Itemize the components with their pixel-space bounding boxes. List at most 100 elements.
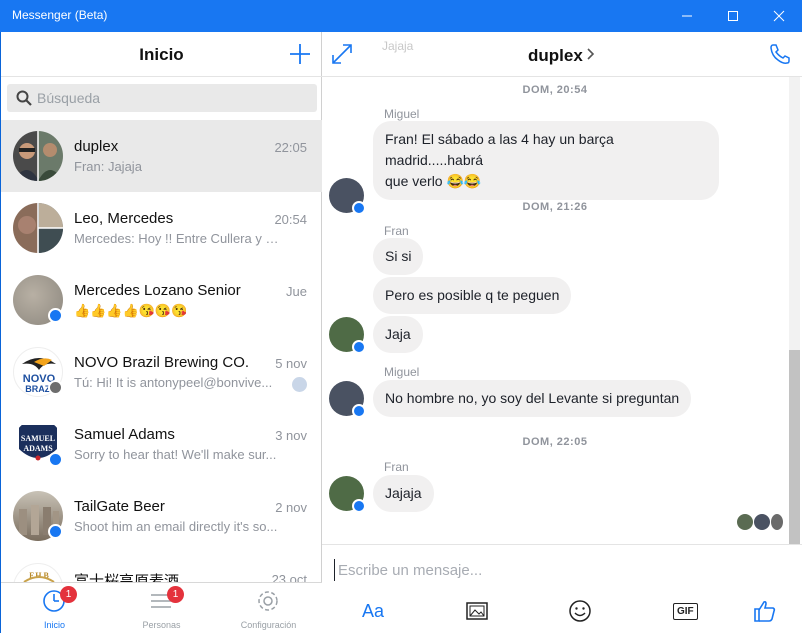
message-text: No hombre no, yo soy del Levante si preg… (385, 390, 680, 406)
notification-count: 1 (60, 586, 77, 603)
chat-panel: Jajaja duplex DOM, 20:54 Miguel Fran! El… (322, 32, 802, 633)
gear-icon (258, 591, 278, 611)
read-receipt-avatar (737, 514, 753, 530)
title-bar: Messenger (Beta) (0, 0, 802, 32)
message-text: Jajaja (385, 485, 422, 501)
chat-title[interactable]: duplex (528, 46, 583, 66)
message-composer: Aa GIF (322, 544, 802, 633)
messenger-badge-icon (352, 340, 366, 354)
timestamp: DOM, 21:26 (522, 201, 588, 213)
group-avatar (13, 203, 63, 253)
text-format-label: Aa (362, 600, 385, 621)
avatar (329, 476, 366, 513)
conversation-sidebar: Inicio duplex 22:05 Fran: Jajaja Leo, Me… (0, 32, 322, 633)
expand-icon (332, 44, 352, 64)
close-button[interactable] (756, 0, 802, 32)
conversation-item-fujizakura[interactable]: F.H.B 富士桜高原麦酒 23 oct (1, 552, 322, 582)
expand-button[interactable] (330, 42, 354, 71)
chat-header: Jajaja duplex (322, 32, 802, 77)
conversation-time: 20:54 (274, 212, 307, 227)
conversation-name: Leo, Mercedes (74, 210, 174, 227)
message-text: Si si (385, 248, 412, 264)
plus-icon (290, 44, 310, 64)
conversation-item-mercedes-lozano[interactable]: Mercedes Lozano Senior Jue 👍👍👍👍😘😘😘 (1, 264, 322, 336)
message-bubble: Fran! El sábado a las 4 hay un barça mad… (373, 121, 719, 200)
conversation-time: 5 nov (275, 356, 307, 371)
chevron-right-icon[interactable] (587, 48, 595, 60)
message-sender: Fran (384, 224, 409, 238)
conversation-preview: Shoot him an email directly it's so... (74, 519, 278, 534)
message-bubble: Jaja (373, 316, 423, 353)
gif-button[interactable]: GIF (673, 598, 698, 624)
phone-icon (770, 44, 790, 64)
message-text: que verlo 😂😂 (385, 173, 482, 189)
conversation-item-samuel-adams[interactable]: SAMUEL ADAMS Samuel Adams 3 nov Sorry to … (1, 408, 322, 480)
emoji-button[interactable] (568, 598, 592, 624)
conversation-time: 2 nov (275, 500, 307, 515)
timestamp: DOM, 22:05 (522, 436, 588, 448)
bottom-navigation: 1 Inicio 1 Personas Configuración (1, 582, 322, 633)
svg-text:SAMUEL: SAMUEL (21, 434, 55, 443)
minimize-button[interactable] (664, 0, 710, 32)
conversation-name: TailGate Beer (74, 498, 165, 515)
message-thread: DOM, 20:54 Miguel Fran! El sábado a las … (322, 77, 788, 544)
nav-configuracion[interactable]: Configuración (215, 583, 322, 633)
image-icon (466, 602, 488, 620)
message-bubble: Si si (373, 238, 424, 275)
minimize-icon (682, 15, 692, 17)
thumbs-up-icon (754, 600, 776, 622)
nav-label: Inicio (43, 620, 65, 630)
maximize-button[interactable] (710, 0, 756, 32)
read-receipt-avatar (754, 514, 770, 530)
messenger-badge-icon (352, 404, 366, 418)
conversation-preview: Mercedes: Hoy !! Entre Cullera y S... (74, 231, 279, 246)
svg-text:ADAMS: ADAMS (23, 444, 53, 453)
scrollbar-thumb[interactable] (789, 350, 800, 544)
conversation-item-novo-brazil[interactable]: NOVO BRAZI NOVO Brazil Brewing CO. 5 nov … (1, 336, 322, 408)
message-sender: Fran (384, 460, 409, 474)
messenger-badge-icon (48, 308, 63, 323)
conversation-preview: 👍👍👍👍😘😘😘 (74, 303, 188, 318)
conversation-name: NOVO Brazil Brewing CO. (74, 354, 250, 371)
conversation-item-tailgate-beer[interactable]: TailGate Beer 2 nov Shoot him an email d… (1, 480, 322, 552)
previous-message-peek: Jajaja (382, 39, 414, 53)
new-message-button[interactable] (288, 42, 312, 66)
search-input[interactable] (37, 88, 307, 108)
conversation-preview: Tú: Hi! It is antonypeel@bonvive... (74, 375, 273, 390)
window-title: Messenger (Beta) (12, 8, 108, 22)
group-avatar (13, 131, 63, 181)
sidebar-header: Inicio (1, 32, 322, 77)
conversation-time: 23 oct (271, 572, 307, 582)
gif-icon: GIF (673, 602, 698, 620)
nav-label: Configuración (240, 620, 297, 630)
seen-indicator-icon (292, 377, 307, 392)
message-bubble: Jajaja (373, 475, 434, 512)
read-receipt-avatar (771, 514, 783, 530)
message-text: Jaja (385, 326, 411, 342)
call-button[interactable] (768, 42, 792, 71)
search-icon (16, 90, 32, 106)
scrollbar[interactable] (789, 77, 800, 544)
search-box[interactable] (7, 84, 317, 112)
maximize-icon (728, 11, 738, 21)
message-input[interactable] (334, 559, 784, 581)
nav-personas[interactable]: 1 Personas (108, 583, 215, 633)
conversation-item-duplex[interactable]: duplex 22:05 Fran: Jajaja (1, 120, 322, 192)
conversation-item-leo-mercedes[interactable]: Leo, Mercedes 20:54 Mercedes: Hoy !! Ent… (1, 192, 322, 264)
conversation-name: Mercedes Lozano Senior (74, 282, 241, 299)
conversation-time: 3 nov (275, 428, 307, 443)
message-bubble: Pero es posible q te peguen (373, 277, 572, 314)
facebook-badge-icon (48, 380, 63, 395)
smiley-icon (569, 600, 591, 622)
messenger-badge-icon (352, 499, 366, 513)
nav-inicio[interactable]: 1 Inicio (1, 583, 108, 633)
timestamp: DOM, 20:54 (522, 84, 588, 96)
message-text: Pero es posible q te peguen (385, 287, 560, 303)
image-button[interactable] (466, 598, 488, 624)
text-format-button[interactable]: Aa (362, 598, 384, 624)
read-receipts (736, 514, 783, 535)
notification-count: 1 (167, 586, 184, 603)
nav-label: Personas (142, 620, 181, 630)
like-button[interactable] (753, 598, 777, 624)
sidebar-title: Inicio (139, 45, 184, 64)
